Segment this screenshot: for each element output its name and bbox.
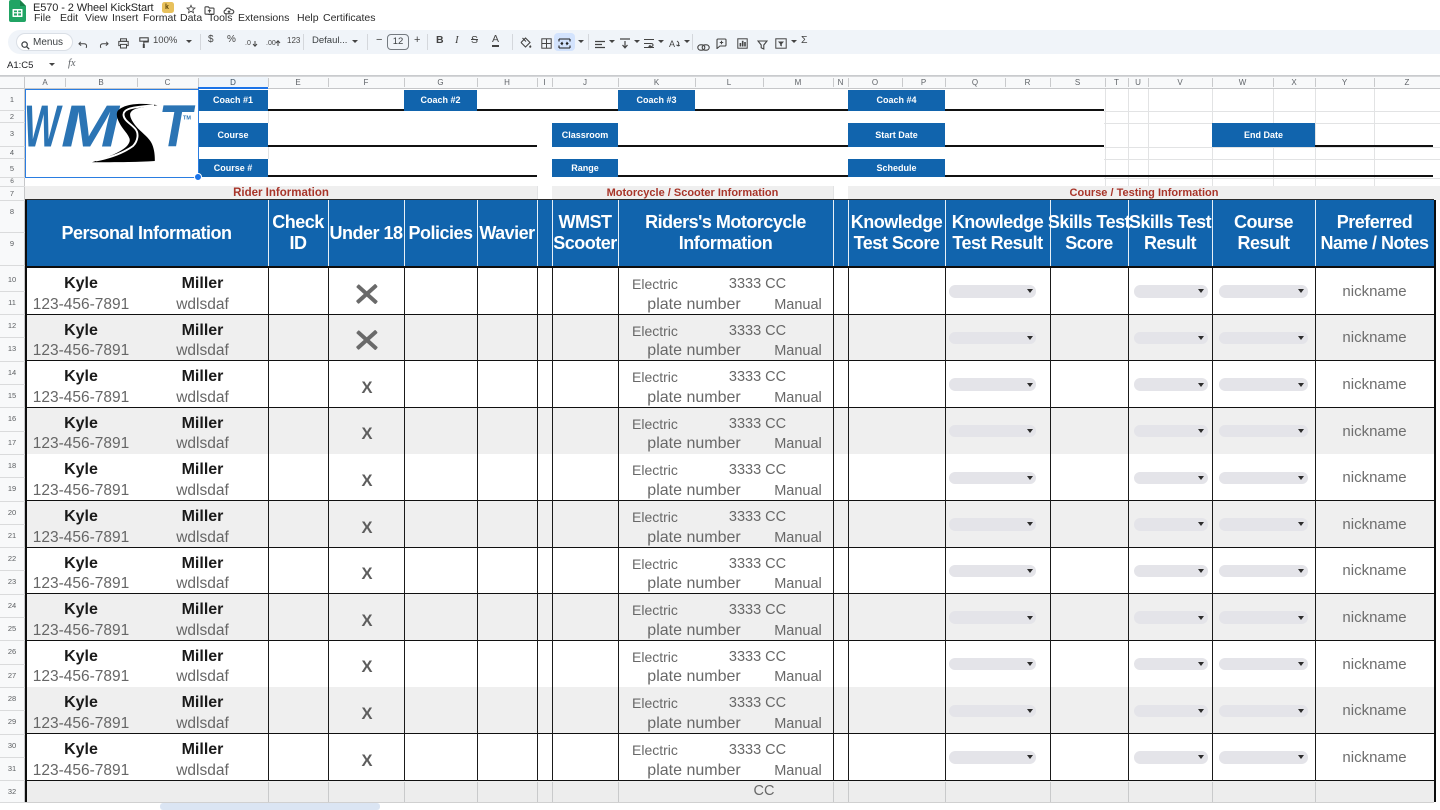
svg-text:.0: .0 xyxy=(245,40,251,47)
svg-text:A: A xyxy=(669,39,675,49)
svg-text:.00: .00 xyxy=(266,40,276,47)
